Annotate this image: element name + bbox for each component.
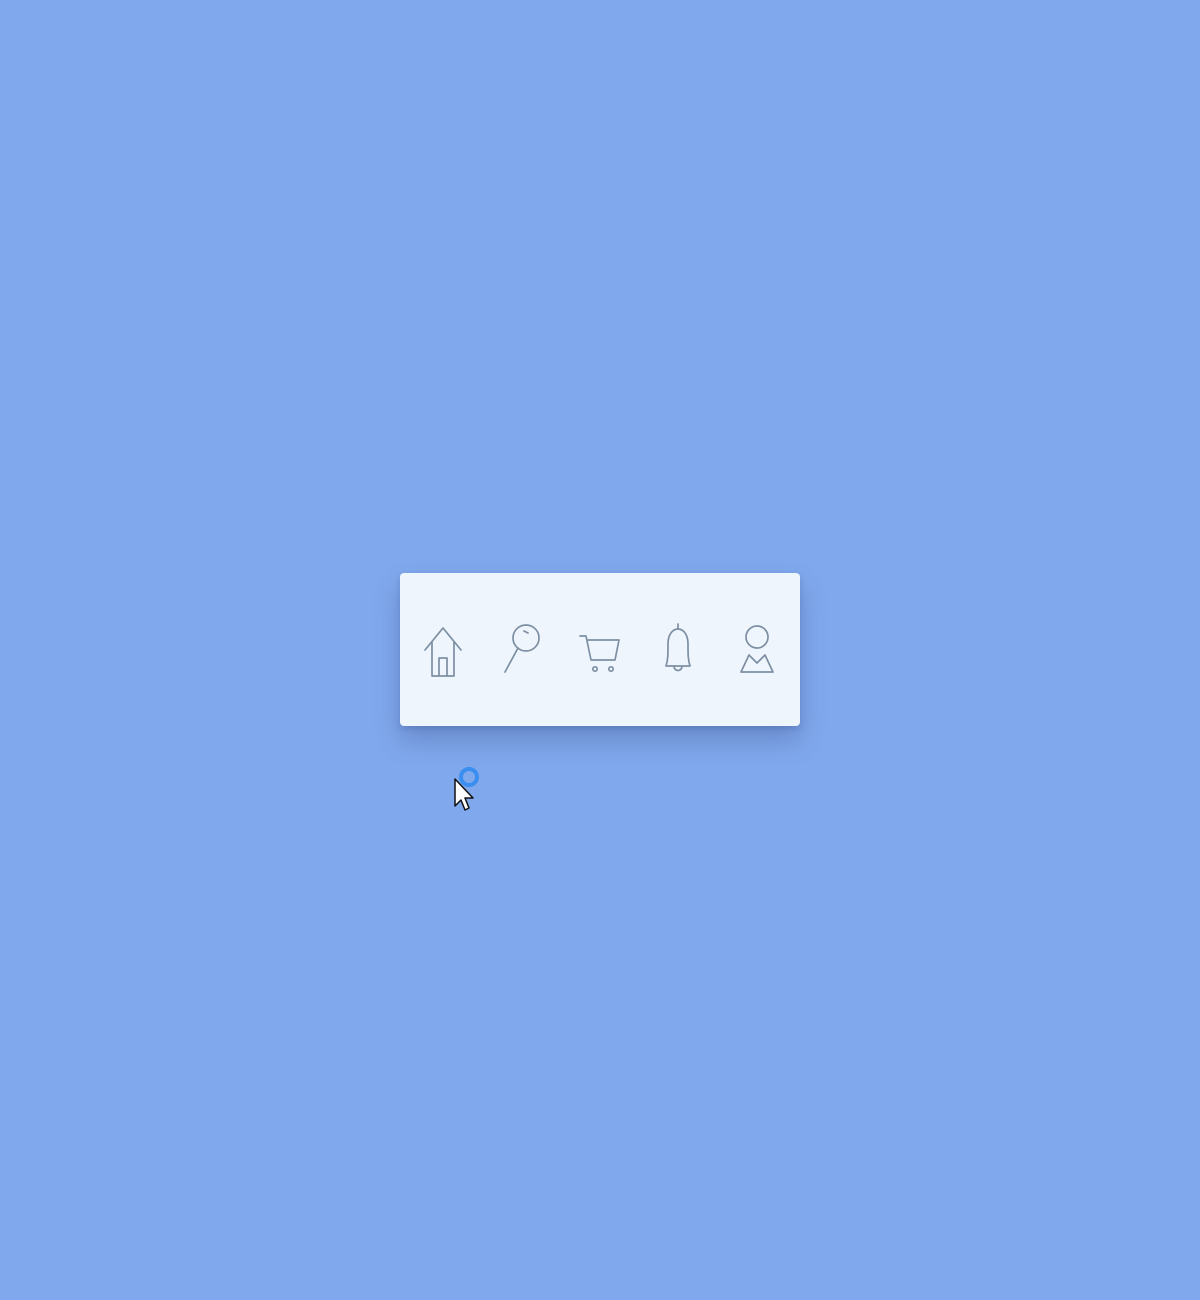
arrow-cursor bbox=[454, 778, 474, 811]
nav-search-button[interactable] bbox=[490, 610, 554, 690]
bottom-navigation-bar bbox=[400, 573, 800, 726]
search-icon bbox=[503, 623, 540, 673]
home-icon bbox=[424, 626, 463, 677]
user-icon bbox=[739, 624, 774, 673]
nav-notifications-button[interactable] bbox=[646, 610, 710, 690]
nav-profile-button[interactable] bbox=[725, 610, 789, 690]
cart-icon bbox=[579, 634, 620, 672]
nav-home-button[interactable] bbox=[411, 610, 475, 690]
page-background bbox=[0, 0, 1200, 1300]
bell-icon bbox=[665, 622, 692, 671]
click-ring bbox=[459, 767, 479, 787]
mouse-pointer-icon bbox=[454, 767, 479, 811]
nav-cart-button[interactable] bbox=[568, 610, 632, 690]
